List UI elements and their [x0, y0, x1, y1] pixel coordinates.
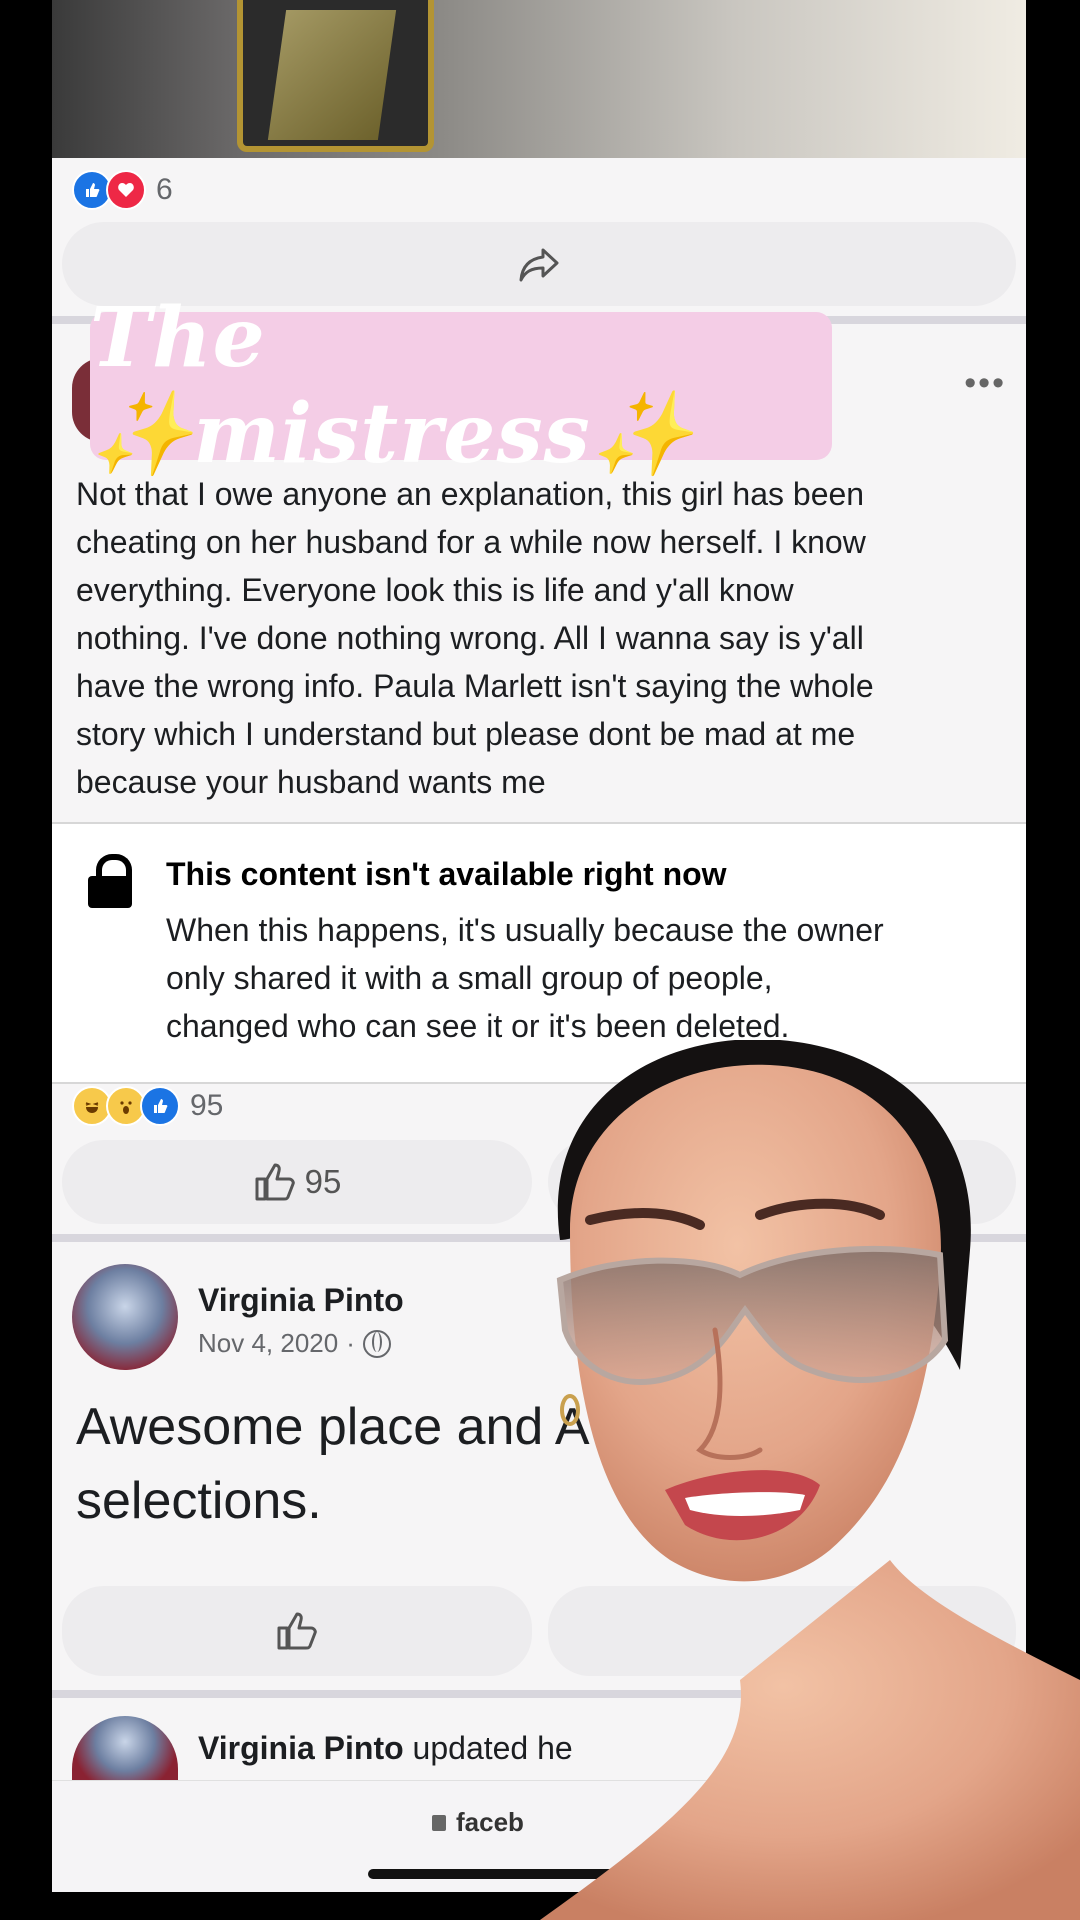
unavailable-title: This content isn't available right now — [166, 856, 727, 892]
photo-emblem — [267, 10, 397, 140]
globe-icon — [362, 1329, 391, 1358]
post-line: because your husband wants me — [76, 764, 546, 800]
author-avatar[interactable] — [72, 1716, 178, 1780]
unavailable-line: When this happens, it's usually because … — [166, 912, 884, 948]
overlay-title-word: The — [90, 289, 266, 386]
sparkle-icon: ✨ — [90, 385, 194, 482]
author-avatar[interactable] — [72, 1264, 178, 1370]
overlay-title-word: mistress — [193, 385, 591, 482]
overlay-title-banner: The ✨mistress✨ — [90, 290, 832, 482]
reaction-count: 6 — [156, 173, 173, 206]
author-name[interactable]: Virginia Pinto — [198, 1730, 404, 1766]
like-icon — [140, 1086, 180, 1126]
thumbs-up-icon — [277, 1612, 317, 1650]
overlay-title: The ✨mistress✨ — [90, 290, 832, 483]
like-count: 95 — [304, 1163, 342, 1200]
post-body: Not that I owe anyone an explanation, th… — [76, 470, 1006, 806]
post-line: Not that I owe anyone an explanation, th… — [76, 476, 865, 512]
reaction-summary[interactable]: 95 — [72, 1086, 223, 1126]
reaction-summary[interactable]: 6 — [72, 170, 173, 210]
share-icon — [519, 248, 559, 282]
author-name[interactable]: Virginia Pinto — [198, 1282, 404, 1319]
post-line: nothing. I've done nothing wrong. All I … — [76, 620, 864, 656]
like-button[interactable] — [62, 1586, 532, 1676]
like-button[interactable]: 95 — [62, 1140, 532, 1224]
unavailable-line: only shared it with a small group of peo… — [166, 960, 773, 996]
post-photo[interactable] — [52, 0, 1026, 158]
post-meta: Nov 4, 2020 · — [198, 1328, 391, 1359]
reaction-count: 95 — [190, 1089, 224, 1122]
post-line: have the wrong info. Paula Marlett isn't… — [76, 668, 874, 704]
post-date[interactable]: Nov 4, 2020 — [198, 1328, 338, 1359]
lock-icon — [432, 1814, 446, 1831]
meta-separator: · — [346, 1328, 355, 1358]
unavailable-message: When this happens, it's usually because … — [166, 906, 986, 1050]
lock-icon — [88, 854, 132, 908]
post-line: story which I understand but please dont… — [76, 716, 856, 752]
more-options-icon[interactable]: ••• — [964, 364, 1006, 403]
thumbs-up-icon — [255, 1163, 295, 1201]
love-icon — [106, 170, 146, 210]
creator-overlay-image — [540, 1040, 1080, 1920]
sparkle-icon: ✨ — [590, 385, 694, 482]
post-line: everything. Everyone look this is life a… — [76, 572, 794, 608]
post-line: cheating on her husband for a while now … — [76, 524, 866, 560]
